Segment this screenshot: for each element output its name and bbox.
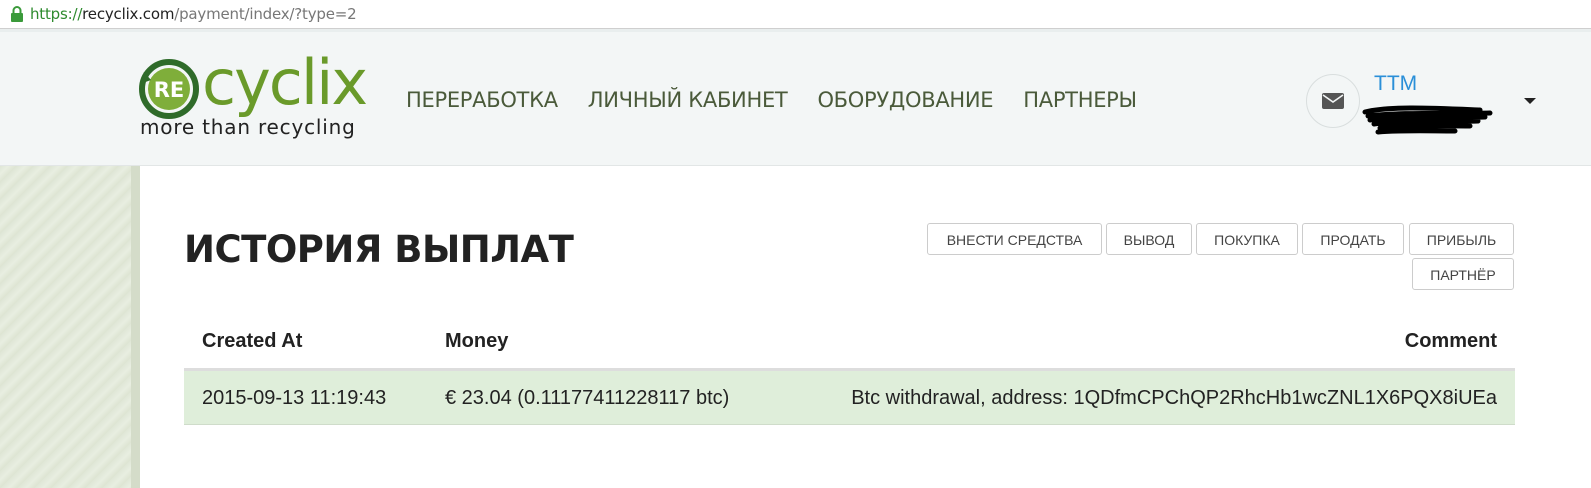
- redacted-scribble: [1362, 105, 1493, 135]
- url-text[interactable]: https://recyclix.com/payment/index/?type…: [30, 5, 357, 23]
- url-scheme: https://: [30, 5, 83, 23]
- cell-created-at: 2015-09-13 11:19:43: [202, 387, 387, 409]
- envelope-icon: [1322, 93, 1344, 109]
- logo-wordmark: cyclix: [202, 46, 368, 119]
- column-header-money: Money: [445, 330, 509, 352]
- purchase-button[interactable]: ПОКУПКА: [1196, 223, 1298, 255]
- nav-item-equipment[interactable]: ОБОРУДОВАНИЕ: [817, 88, 993, 116]
- page-title: ИСТОРИЯ ВЫПЛАТ: [184, 228, 574, 271]
- caret-down-icon[interactable]: [1523, 96, 1537, 106]
- messages-button[interactable]: [1306, 74, 1360, 128]
- browser-url-bar[interactable]: https://recyclix.com/payment/index/?type…: [0, 0, 1591, 29]
- site-logo[interactable]: RE cyclix more than recycling: [138, 52, 368, 143]
- logo-badge-text: RE: [154, 78, 185, 102]
- nav-item-account[interactable]: ЛИЧНЫЙ КАБИНЕТ: [588, 88, 788, 116]
- lock-icon: [11, 6, 23, 22]
- side-background: [0, 166, 140, 488]
- profit-button[interactable]: ПРИБЫЛЬ: [1409, 223, 1514, 255]
- main-nav: ПЕРЕРАБОТКА ЛИЧНЫЙ КАБИНЕТ ОБОРУДОВАНИЕ …: [406, 88, 1167, 116]
- recycle-logo-icon: RE: [139, 59, 199, 119]
- payments-table: Created At Money Comment 2015-09-13 11:1…: [184, 318, 1515, 425]
- url-path: /payment/index/?type=2: [174, 5, 357, 23]
- cell-money: € 23.04 (0.11177411228117 btc): [445, 387, 730, 409]
- main-content: ИСТОРИЯ ВЫПЛАТ ВНЕСТИ СРЕДСТВА ВЫВОД ПОК…: [140, 166, 1591, 488]
- nav-item-partners[interactable]: ПАРТНЕРЫ: [1023, 88, 1137, 116]
- sell-button[interactable]: ПРОДАТЬ: [1302, 223, 1404, 255]
- user-name-link[interactable]: TTM: [1374, 72, 1417, 96]
- partner-button[interactable]: ПАРТНЁР: [1412, 258, 1514, 290]
- withdraw-button[interactable]: ВЫВОД: [1106, 223, 1192, 255]
- nav-item-recycling[interactable]: ПЕРЕРАБОТКА: [406, 88, 558, 116]
- cell-comment: Btc withdrawal, address: 1QDfmCPChQP2Rhc…: [851, 387, 1497, 409]
- table-header: Created At Money Comment: [184, 318, 1515, 371]
- logo-tagline: more than recycling: [140, 115, 356, 139]
- site-header: RE cyclix more than recycling ПЕРЕРАБОТК…: [0, 32, 1591, 166]
- column-header-comment: Comment: [1404, 330, 1497, 352]
- side-background-edge: [131, 166, 140, 488]
- deposit-button[interactable]: ВНЕСТИ СРЕДСТВА: [927, 223, 1102, 255]
- table-row: 2015-09-13 11:19:43 € 23.04 (0.111774112…: [184, 371, 1515, 425]
- url-host: recyclix.com: [82, 5, 175, 23]
- column-header-created-at: Created At: [202, 330, 303, 352]
